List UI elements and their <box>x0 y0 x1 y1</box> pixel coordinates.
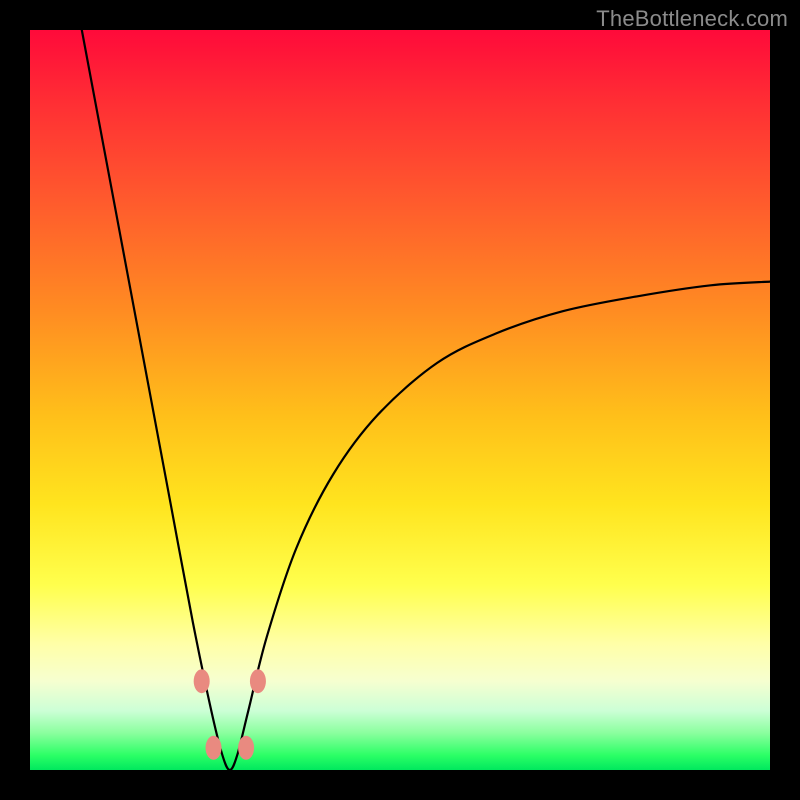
bottleneck-curve <box>82 30 770 770</box>
minimum-marker <box>194 669 210 693</box>
frame: TheBottleneck.com <box>0 0 800 800</box>
minimum-marker <box>238 736 254 760</box>
chart-svg <box>30 30 770 770</box>
watermark-text: TheBottleneck.com <box>596 6 788 32</box>
minimum-marker <box>250 669 266 693</box>
minimum-markers <box>194 669 266 760</box>
chart-plot-area <box>30 30 770 770</box>
minimum-marker <box>206 736 222 760</box>
